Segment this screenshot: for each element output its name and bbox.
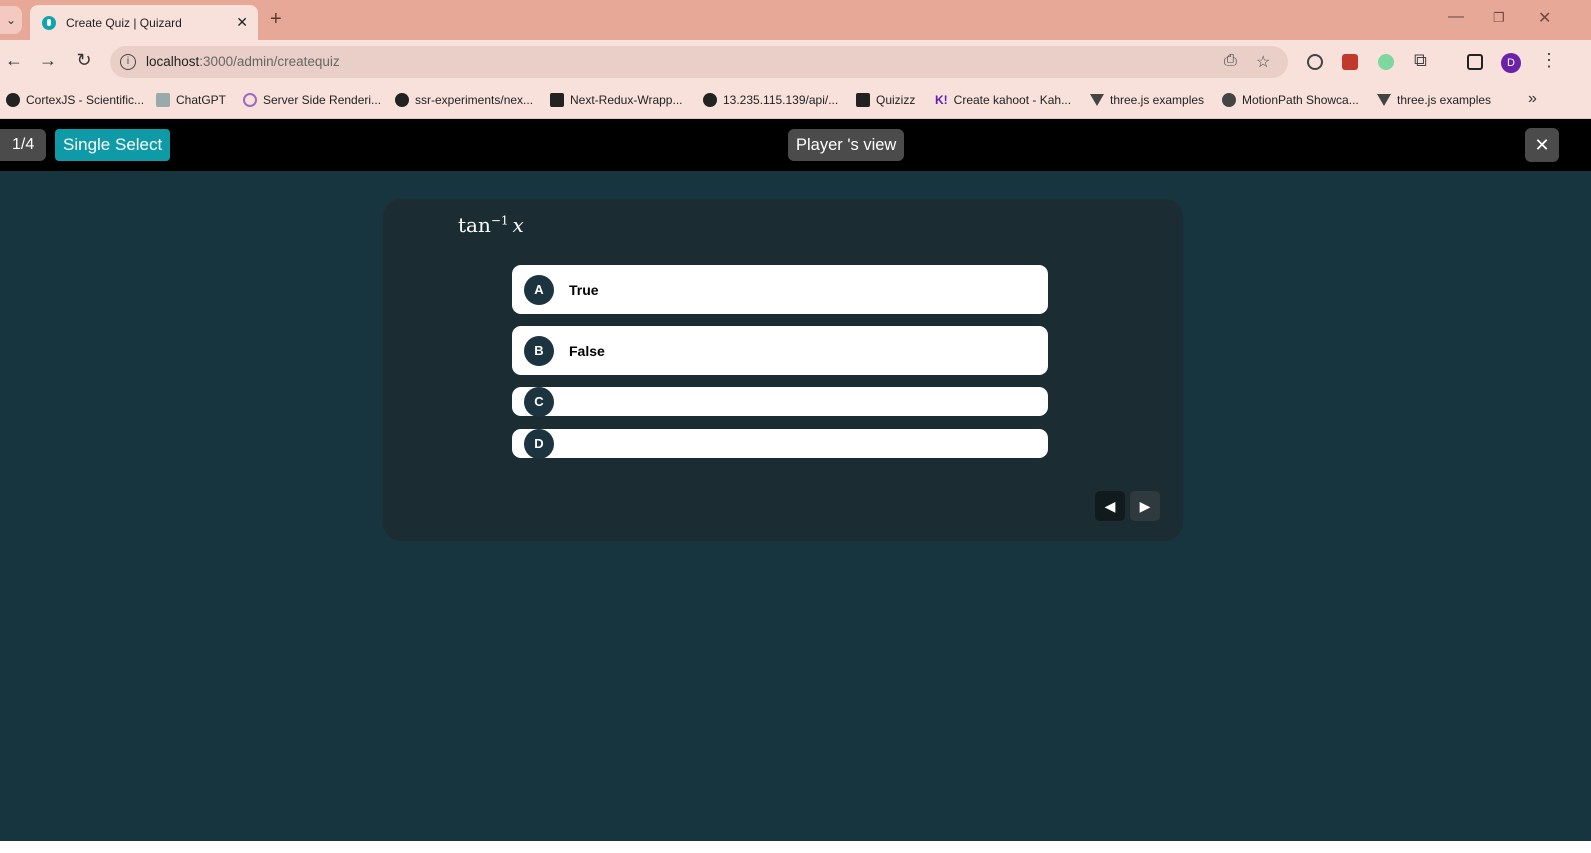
bookmark-item[interactable]: ChatGPT bbox=[156, 93, 226, 107]
bookmark-item[interactable]: CortexJS - Scientific... bbox=[6, 93, 144, 107]
main-area: tan−1 x A True B False C D ◀ ▶ bbox=[0, 171, 1591, 841]
math-variable: x bbox=[512, 213, 524, 237]
github-icon bbox=[395, 93, 409, 107]
question-math[interactable]: tan−1 x bbox=[458, 213, 524, 237]
more-bookmarks-chevron-icon[interactable]: » bbox=[1528, 90, 1537, 108]
math-function: tan bbox=[458, 213, 491, 237]
bookmark-label: MotionPath Showca... bbox=[1242, 93, 1359, 107]
bookmark-item[interactable]: 13.235.115.139/api/... bbox=[703, 93, 838, 107]
bookmark-label: CortexJS - Scientific... bbox=[26, 93, 145, 107]
bookmark-label: Quizizz bbox=[876, 93, 916, 107]
bookmark-label: 13.235.115.139/api/... bbox=[723, 93, 839, 107]
tab-title: Create Quiz | Quizard bbox=[66, 15, 182, 30]
minimize-icon[interactable]: — bbox=[1448, 8, 1464, 26]
link-icon bbox=[243, 93, 257, 107]
bookmark-item[interactable]: Next-Redux-Wrapp... bbox=[550, 93, 682, 107]
url-host: localhost bbox=[146, 54, 200, 69]
previous-question-arrow-icon[interactable]: ◀ bbox=[1095, 491, 1125, 521]
option-letter-badge: D bbox=[524, 429, 554, 459]
option-d[interactable]: D bbox=[512, 429, 1048, 459]
url-text: localhost:3000/admin/createquiz bbox=[146, 54, 340, 69]
tab-close-icon[interactable]: ✕ bbox=[236, 14, 248, 31]
bookmark-label: ChatGPT bbox=[176, 93, 227, 107]
quizard-favicon-icon bbox=[42, 15, 56, 30]
math-superscript: −1 bbox=[490, 213, 509, 228]
question-card: tan−1 x A True B False C D ◀ ▶ bbox=[383, 199, 1183, 541]
extension-green-icon[interactable] bbox=[1378, 54, 1394, 70]
extension-devtools-icon[interactable] bbox=[1307, 54, 1323, 70]
address-bar[interactable]: i localhost:3000/admin/createquiz ⎙ ☆ bbox=[110, 46, 1288, 78]
new-tab-plus-icon[interactable]: + bbox=[270, 8, 282, 31]
option-text: True bbox=[569, 282, 599, 298]
threejs-icon bbox=[1377, 94, 1391, 106]
bookmark-label: Create kahoot - Kah... bbox=[953, 93, 1072, 107]
browser-toolbar: ← → ↻ i localhost:3000/admin/createquiz … bbox=[0, 40, 1591, 84]
chatgpt-icon bbox=[156, 93, 170, 107]
bookmark-star-icon[interactable]: ☆ bbox=[1256, 52, 1270, 72]
player-view-button[interactable]: Player 's view bbox=[788, 129, 905, 161]
option-c[interactable]: C bbox=[512, 387, 1048, 417]
tab-search-chevron-icon[interactable]: ⌄ bbox=[0, 6, 22, 34]
option-a[interactable]: A True bbox=[512, 265, 1048, 314]
browser-tab[interactable]: Create Quiz | Quizard ✕ bbox=[30, 5, 258, 40]
option-letter-badge: A bbox=[524, 275, 554, 305]
close-editor-button[interactable]: ✕ bbox=[1525, 128, 1559, 162]
reload-icon[interactable]: ↻ bbox=[72, 50, 96, 71]
cortexjs-icon bbox=[6, 93, 20, 107]
bookmark-item[interactable]: Server Side Renderi... bbox=[243, 93, 381, 107]
option-b[interactable]: B False bbox=[512, 326, 1048, 375]
option-text: False bbox=[569, 343, 605, 359]
bookmark-label: ssr-experiments/nex... bbox=[415, 93, 534, 107]
question-counter: 1/4 bbox=[0, 129, 47, 161]
kahoot-icon: K! bbox=[935, 93, 948, 107]
option-letter-badge: B bbox=[524, 336, 554, 366]
threejs-icon bbox=[1090, 94, 1104, 106]
motionpath-icon bbox=[1222, 93, 1236, 107]
bottom-edge bbox=[0, 841, 1591, 853]
bookmark-item[interactable]: three.js examples bbox=[1090, 93, 1204, 107]
profile-avatar[interactable]: D bbox=[1501, 53, 1521, 73]
medium-icon bbox=[550, 93, 564, 107]
url-path: :3000/admin/createquiz bbox=[199, 54, 340, 69]
extension-red-icon[interactable] bbox=[1342, 54, 1358, 70]
bookmarks-bar: CortexJS - Scientific... ChatGPT Server … bbox=[0, 84, 1591, 119]
window-close-icon[interactable]: ✕ bbox=[1538, 8, 1551, 28]
question-type-button[interactable]: Single Select bbox=[55, 129, 171, 161]
tab-strip: ⌄ Create Quiz | Quizard ✕ + — ❐ ✕ bbox=[0, 0, 1591, 40]
bookmark-item[interactable]: ssr-experiments/nex... bbox=[395, 93, 533, 107]
forward-arrow-icon[interactable]: → bbox=[36, 50, 60, 71]
site-info-icon[interactable]: i bbox=[120, 54, 136, 70]
bookmark-label: three.js examples bbox=[1110, 93, 1205, 107]
extensions-puzzle-icon[interactable]: ⧉ bbox=[1414, 50, 1427, 71]
quiz-header: 1/4 Single Select Player 's view ✕ bbox=[0, 119, 1591, 171]
bookmark-label: Next-Redux-Wrapp... bbox=[570, 93, 683, 107]
next-question-arrow-icon[interactable]: ▶ bbox=[1130, 491, 1160, 521]
bookmark-item[interactable]: three.js examples bbox=[1377, 93, 1491, 107]
restore-icon[interactable]: ❐ bbox=[1493, 10, 1505, 26]
bookmark-label: Server Side Renderi... bbox=[263, 93, 382, 107]
bookmark-item[interactable]: K! Create kahoot - Kah... bbox=[935, 93, 1071, 107]
install-app-icon[interactable]: ⎙ bbox=[1224, 52, 1237, 70]
browser-menu-icon[interactable]: ⋮ bbox=[1540, 50, 1558, 71]
bookmark-item[interactable]: MotionPath Showca... bbox=[1222, 93, 1359, 107]
quizizz-icon bbox=[856, 93, 870, 107]
bookmark-item[interactable]: Quizizz bbox=[856, 93, 915, 107]
back-arrow-icon[interactable]: ← bbox=[2, 50, 26, 71]
bookmark-label: three.js examples bbox=[1397, 93, 1492, 107]
option-letter-badge: C bbox=[524, 387, 554, 417]
side-panel-icon[interactable] bbox=[1467, 54, 1483, 70]
globe-icon bbox=[703, 93, 717, 107]
